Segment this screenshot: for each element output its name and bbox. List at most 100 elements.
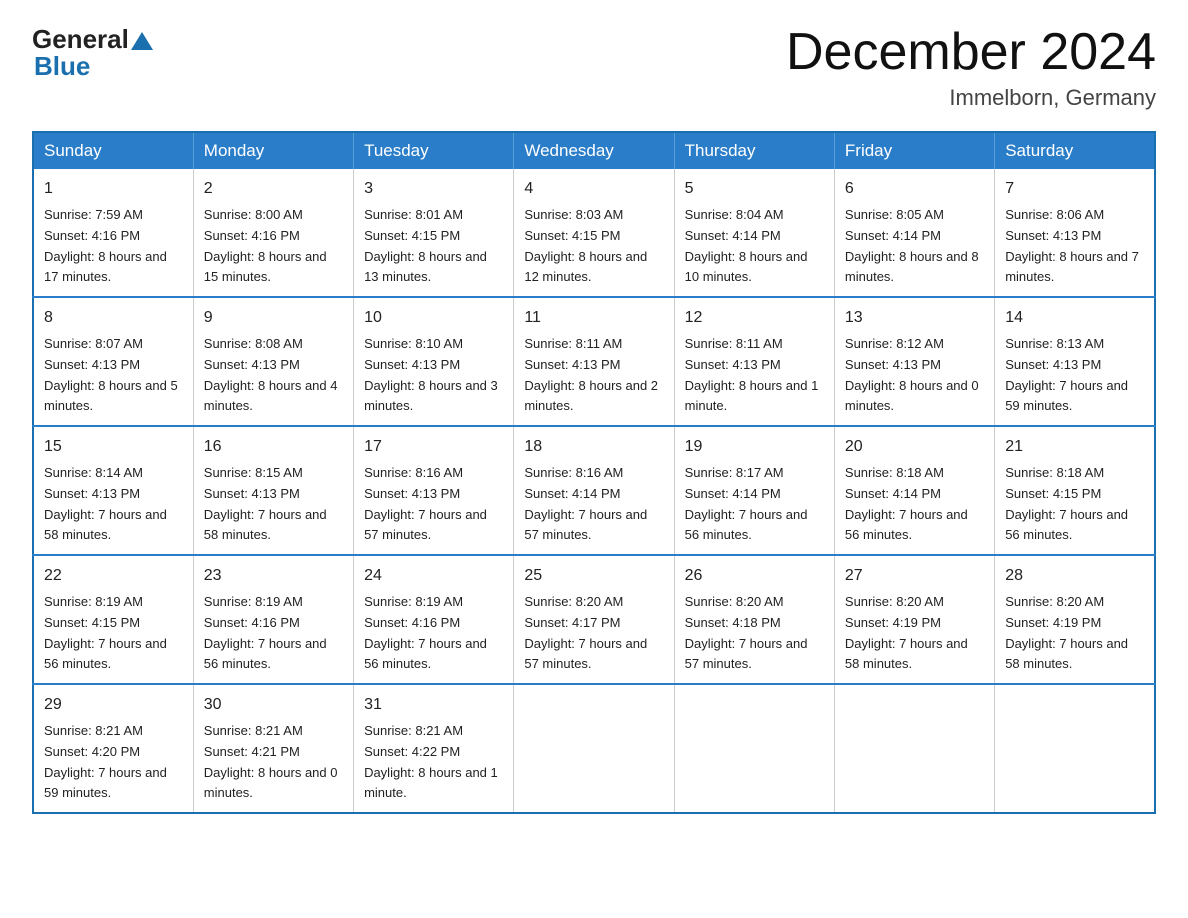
day-number: 7 [1005, 177, 1144, 202]
day-number: 13 [845, 306, 984, 331]
calendar-cell: 5Sunrise: 8:04 AMSunset: 4:14 PMDaylight… [674, 169, 834, 297]
calendar-cell: 26 Sunrise: 8:20 AMSunset: 4:18 PMDayligh… [674, 555, 834, 684]
day-info: Sunrise: 8:08 AMSunset: 4:13 PMDaylight:… [204, 334, 343, 417]
calendar-cell: 30 Sunrise: 8:21 AMSunset: 4:21 PMDayligh… [193, 684, 353, 813]
day-number: 28 [1005, 564, 1144, 589]
day-info: Sunrise: 8:16 AMSunset: 4:14 PMDaylight:… [524, 463, 663, 546]
calendar-week-row: 8Sunrise: 8:07 AMSunset: 4:13 PMDaylight… [33, 297, 1155, 426]
calendar-cell: 16 Sunrise: 8:15 AMSunset: 4:13 PMDayligh… [193, 426, 353, 555]
logo-blue-text: Blue [34, 51, 153, 82]
day-info: Sunrise: 8:19 AMSunset: 4:16 PMDaylight:… [364, 592, 503, 675]
day-number: 15 [44, 435, 183, 460]
day-number: 12 [685, 306, 824, 331]
day-info: Sunrise: 7:59 AMSunset: 4:16 PMDaylight:… [44, 205, 183, 288]
calendar-cell: 22Sunrise: 8:19 AMSunset: 4:15 PMDayligh… [33, 555, 193, 684]
calendar-cell: 25Sunrise: 8:20 AMSunset: 4:17 PMDayligh… [514, 555, 674, 684]
day-number: 24 [364, 564, 503, 589]
day-info: Sunrise: 8:01 AMSunset: 4:15 PMDaylight:… [364, 205, 503, 288]
calendar-cell: 3 Sunrise: 8:01 AMSunset: 4:15 PMDaylight… [354, 169, 514, 297]
weekday-header-monday: Monday [193, 132, 353, 169]
calendar-cell: 31 Sunrise: 8:21 AMSunset: 4:22 PMDayligh… [354, 684, 514, 813]
calendar-cell: 24 Sunrise: 8:19 AMSunset: 4:16 PMDayligh… [354, 555, 514, 684]
calendar-cell: 20Sunrise: 8:18 AMSunset: 4:14 PMDayligh… [834, 426, 994, 555]
day-number: 23 [204, 564, 343, 589]
day-info: Sunrise: 8:14 AMSunset: 4:13 PMDaylight:… [44, 463, 183, 546]
day-info: Sunrise: 8:06 AMSunset: 4:13 PMDaylight:… [1005, 205, 1144, 288]
calendar-week-row: 29Sunrise: 8:21 AMSunset: 4:20 PMDayligh… [33, 684, 1155, 813]
day-number: 31 [364, 693, 503, 718]
calendar-week-row: 22Sunrise: 8:19 AMSunset: 4:15 PMDayligh… [33, 555, 1155, 684]
day-number: 30 [204, 693, 343, 718]
day-info: Sunrise: 8:10 AMSunset: 4:13 PMDaylight:… [364, 334, 503, 417]
day-info: Sunrise: 8:20 AMSunset: 4:19 PMDaylight:… [1005, 592, 1144, 675]
day-info: Sunrise: 8:20 AMSunset: 4:19 PMDaylight:… [845, 592, 984, 675]
calendar-cell: 15 Sunrise: 8:14 AMSunset: 4:13 PMDayligh… [33, 426, 193, 555]
day-number: 17 [364, 435, 503, 460]
calendar-cell: 28 Sunrise: 8:20 AMSunset: 4:19 PMDayligh… [995, 555, 1155, 684]
calendar-table: SundayMondayTuesdayWednesdayThursdayFrid… [32, 131, 1156, 814]
day-number: 8 [44, 306, 183, 331]
day-info: Sunrise: 8:21 AMSunset: 4:21 PMDaylight:… [204, 721, 343, 804]
weekday-header-tuesday: Tuesday [354, 132, 514, 169]
day-number: 11 [524, 306, 663, 331]
day-info: Sunrise: 8:19 AMSunset: 4:16 PMDaylight:… [204, 592, 343, 675]
day-info: Sunrise: 8:12 AMSunset: 4:13 PMDaylight:… [845, 334, 984, 417]
day-info: Sunrise: 8:16 AMSunset: 4:13 PMDaylight:… [364, 463, 503, 546]
day-number: 3 [364, 177, 503, 202]
title-location: Immelborn, Germany [786, 85, 1156, 111]
day-info: Sunrise: 8:00 AMSunset: 4:16 PMDaylight:… [204, 205, 343, 288]
calendar-cell: 19 Sunrise: 8:17 AMSunset: 4:14 PMDayligh… [674, 426, 834, 555]
calendar-cell [995, 684, 1155, 813]
logo: General Blue [32, 24, 153, 82]
day-info: Sunrise: 8:17 AMSunset: 4:14 PMDaylight:… [685, 463, 824, 546]
day-info: Sunrise: 8:15 AMSunset: 4:13 PMDaylight:… [204, 463, 343, 546]
calendar-cell: 2Sunrise: 8:00 AMSunset: 4:16 PMDaylight… [193, 169, 353, 297]
day-number: 19 [685, 435, 824, 460]
day-number: 16 [204, 435, 343, 460]
day-number: 26 [685, 564, 824, 589]
calendar-cell: 27Sunrise: 8:20 AMSunset: 4:19 PMDayligh… [834, 555, 994, 684]
calendar-week-row: 1 Sunrise: 7:59 AMSunset: 4:16 PMDaylight… [33, 169, 1155, 297]
day-number: 14 [1005, 306, 1144, 331]
calendar-cell: 29Sunrise: 8:21 AMSunset: 4:20 PMDayligh… [33, 684, 193, 813]
calendar-cell: 10Sunrise: 8:10 AMSunset: 4:13 PMDayligh… [354, 297, 514, 426]
day-info: Sunrise: 8:18 AMSunset: 4:15 PMDaylight:… [1005, 463, 1144, 546]
day-number: 25 [524, 564, 663, 589]
calendar-cell: 13 Sunrise: 8:12 AMSunset: 4:13 PMDayligh… [834, 297, 994, 426]
weekday-header-thursday: Thursday [674, 132, 834, 169]
calendar-cell: 23 Sunrise: 8:19 AMSunset: 4:16 PMDayligh… [193, 555, 353, 684]
day-number: 1 [44, 177, 183, 202]
calendar-cell [834, 684, 994, 813]
day-number: 9 [204, 306, 343, 331]
day-info: Sunrise: 8:11 AMSunset: 4:13 PMDaylight:… [685, 334, 824, 417]
calendar-cell [514, 684, 674, 813]
calendar-cell: 4Sunrise: 8:03 AMSunset: 4:15 PMDaylight… [514, 169, 674, 297]
day-info: Sunrise: 8:21 AMSunset: 4:22 PMDaylight:… [364, 721, 503, 804]
calendar-cell: 8Sunrise: 8:07 AMSunset: 4:13 PMDaylight… [33, 297, 193, 426]
title-block: December 2024 Immelborn, Germany [786, 24, 1156, 111]
calendar-cell: 18 Sunrise: 8:16 AMSunset: 4:14 PMDayligh… [514, 426, 674, 555]
weekday-header-friday: Friday [834, 132, 994, 169]
calendar-cell: 17 Sunrise: 8:16 AMSunset: 4:13 PMDayligh… [354, 426, 514, 555]
day-info: Sunrise: 8:20 AMSunset: 4:18 PMDaylight:… [685, 592, 824, 675]
calendar-cell: 14 Sunrise: 8:13 AMSunset: 4:13 PMDayligh… [995, 297, 1155, 426]
day-number: 20 [845, 435, 984, 460]
day-info: Sunrise: 8:05 AMSunset: 4:14 PMDaylight:… [845, 205, 984, 288]
logo-triangle-icon [131, 30, 153, 52]
logo-group: General Blue [32, 24, 153, 82]
weekday-header-wednesday: Wednesday [514, 132, 674, 169]
calendar-cell [674, 684, 834, 813]
calendar-cell: 11Sunrise: 8:11 AMSunset: 4:13 PMDayligh… [514, 297, 674, 426]
day-info: Sunrise: 8:13 AMSunset: 4:13 PMDaylight:… [1005, 334, 1144, 417]
page: General Blue December 2024 Immelborn, Ge… [0, 0, 1188, 846]
day-number: 18 [524, 435, 663, 460]
title-month: December 2024 [786, 24, 1156, 81]
header: General Blue December 2024 Immelborn, Ge… [32, 24, 1156, 111]
calendar-cell: 9 Sunrise: 8:08 AMSunset: 4:13 PMDaylight… [193, 297, 353, 426]
day-info: Sunrise: 8:04 AMSunset: 4:14 PMDaylight:… [685, 205, 824, 288]
day-info: Sunrise: 8:19 AMSunset: 4:15 PMDaylight:… [44, 592, 183, 675]
calendar-cell: 1 Sunrise: 7:59 AMSunset: 4:16 PMDaylight… [33, 169, 193, 297]
weekday-header-saturday: Saturday [995, 132, 1155, 169]
calendar-cell: 6Sunrise: 8:05 AMSunset: 4:14 PMDaylight… [834, 169, 994, 297]
day-number: 21 [1005, 435, 1144, 460]
